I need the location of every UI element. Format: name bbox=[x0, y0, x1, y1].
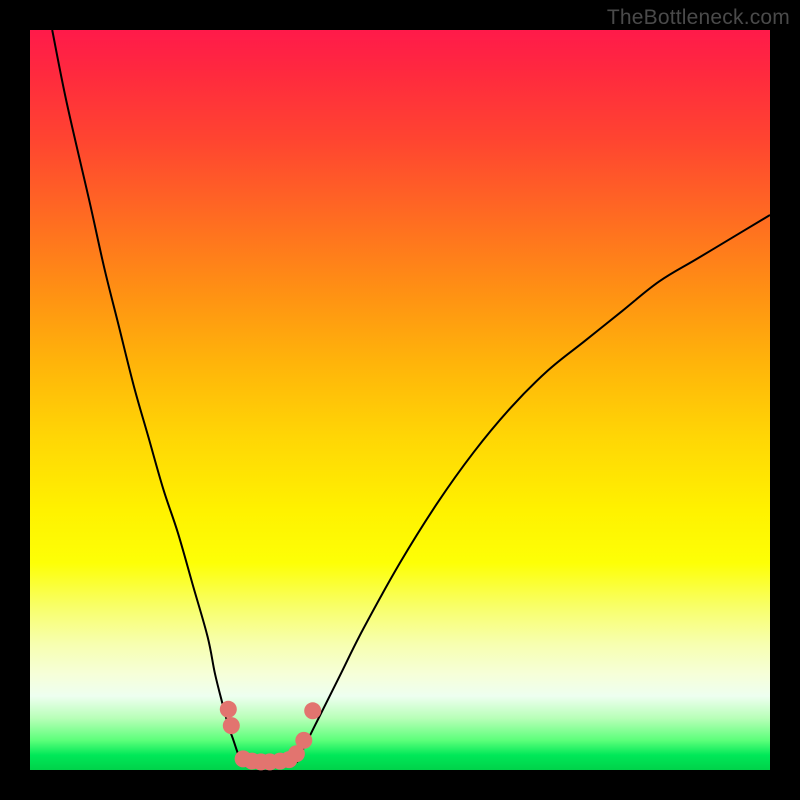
watermark-text: TheBottleneck.com bbox=[607, 6, 790, 30]
data-marker bbox=[295, 732, 312, 749]
bottleneck-curve bbox=[52, 30, 770, 763]
curve-svg bbox=[30, 30, 770, 770]
data-marker bbox=[304, 702, 321, 719]
marker-group bbox=[220, 701, 321, 771]
data-marker bbox=[223, 717, 240, 734]
plot-area bbox=[30, 30, 770, 770]
data-marker bbox=[220, 701, 237, 718]
